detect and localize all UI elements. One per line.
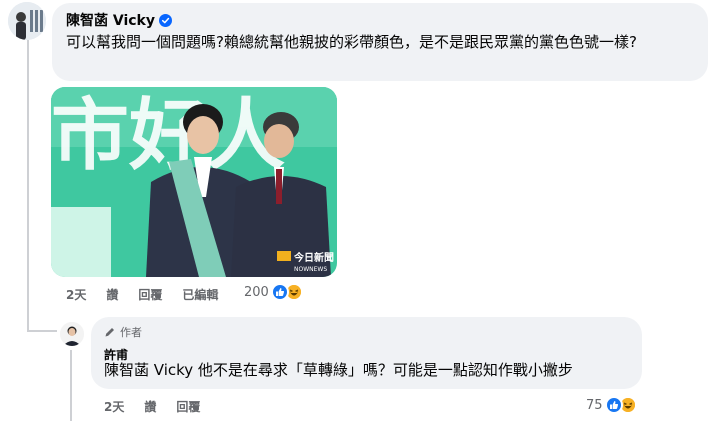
reaction-count: 200 [244, 284, 269, 300]
author-badge: 作者 [104, 324, 142, 340]
thread-line-main [27, 40, 29, 332]
photo-watermark: 今日新聞 [293, 251, 334, 264]
author-badge-label: 作者 [120, 326, 142, 339]
reply-timestamp[interactable]: 2天 [104, 398, 124, 415]
comment-author-row: 陳智菡 Vicky [66, 10, 172, 30]
reply-author-avatar[interactable] [60, 322, 84, 346]
like-reaction-icon [270, 283, 289, 301]
reply-text: 陳智菡 Vicky 他不是在尋求「草轉綠」嗎？可能是一點認知作戰小撇步 [104, 361, 573, 379]
reply-reply-link[interactable]: 回覆 [176, 398, 200, 415]
comment-actions: 2天 讚 回覆 已編輯 [66, 286, 238, 303]
reply-link[interactable]: 回覆 [138, 286, 162, 303]
photo-watermark-sub: NOWNEWS [294, 266, 327, 273]
comment-text: 可以幫我問一個問題嗎?賴總統幫他親披的彩帶顏色，是不是跟民眾黨的黨色色號一樣? [66, 33, 637, 51]
comment-reactions[interactable]: 200 [244, 283, 303, 301]
thread-line-reply [70, 350, 72, 421]
reply-reactions[interactable]: 75 [586, 396, 637, 414]
reply-like-link[interactable]: 讚 [144, 398, 156, 415]
comment-author-name[interactable]: 陳智菡 Vicky [66, 10, 155, 30]
photo-background-text: 市好人 [51, 91, 285, 181]
like-reaction-icon [604, 396, 623, 414]
thread-line-curve [27, 330, 57, 332]
edited-label[interactable]: 已編輯 [182, 286, 218, 303]
comment-timestamp[interactable]: 2天 [66, 286, 86, 303]
verified-badge-icon [159, 13, 172, 27]
reply-reaction-count: 75 [586, 397, 603, 413]
reply-actions: 2天 讚 回覆 [104, 398, 220, 415]
pencil-icon [105, 328, 114, 337]
comment-photo[interactable]: 市好人 今日新聞 NOWNEWS [51, 87, 337, 277]
commenter-avatar[interactable] [8, 2, 46, 40]
like-link[interactable]: 讚 [106, 286, 118, 303]
